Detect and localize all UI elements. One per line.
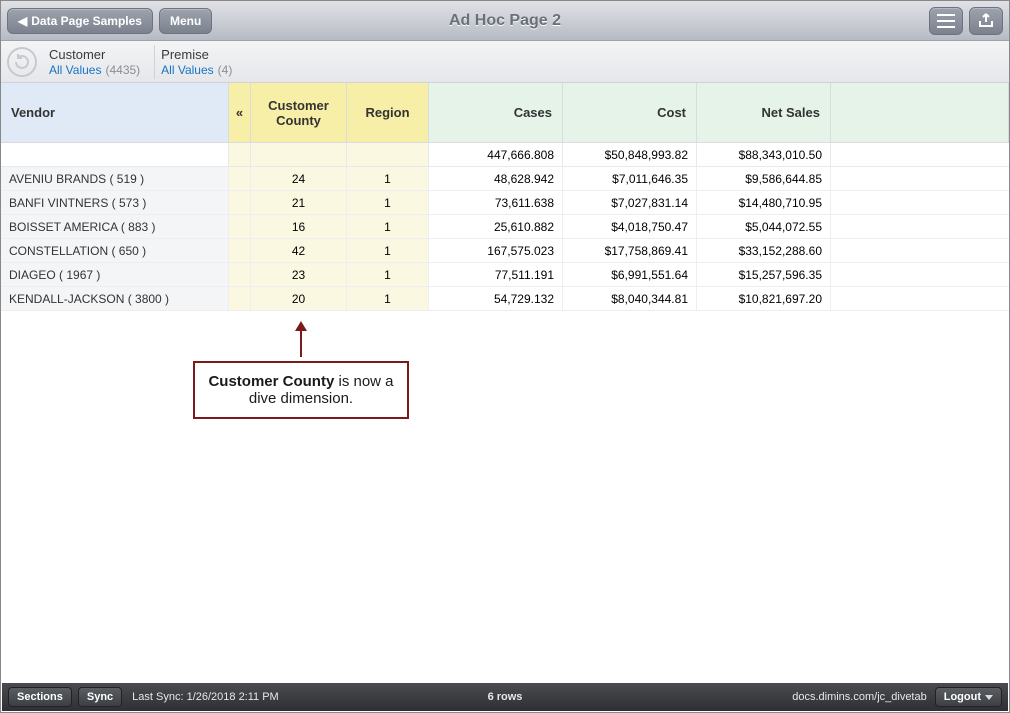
cell-net: $15,257,596.35 [697, 263, 831, 287]
cell-region: 1 [347, 263, 429, 287]
cell-cases: 73,611.638 [429, 191, 563, 215]
header-net-sales[interactable]: Net Sales [697, 83, 831, 143]
cell-region: 1 [347, 191, 429, 215]
cell-net: $9,586,644.85 [697, 167, 831, 191]
data-grid: Vendor AVENIU BRANDS ( 519 ) BANFI VINTN… [1, 83, 1009, 311]
column-collapse: « [229, 83, 251, 311]
cell-cases: 48,628.942 [429, 167, 563, 191]
top-toolbar: ◀Data Page Samples Menu Ad Hoc Page 2 [1, 1, 1009, 41]
table-row[interactable]: BOISSET AMERICA ( 883 ) [1, 215, 229, 239]
filter-premise-link: All Values [161, 63, 213, 77]
sync-button[interactable]: Sync [78, 687, 122, 707]
filter-customer[interactable]: Customer All Values (4435) [43, 45, 155, 79]
total-cost: $50,848,993.82 [563, 143, 697, 167]
cell-net: $5,044,072.55 [697, 215, 831, 239]
column-cost: Cost $50,848,993.82 $7,011,646.35 $7,027… [563, 83, 697, 311]
annotation-text: Customer County is now a dive dimension. [193, 361, 409, 419]
cell-region: 1 [347, 215, 429, 239]
breadcrumb-back-button[interactable]: ◀Data Page Samples [7, 8, 153, 34]
cell-region: 1 [347, 167, 429, 191]
annotation: Customer County is now a dive dimension. [193, 321, 409, 419]
totals-vendor [1, 143, 229, 167]
cell-cost: $4,018,750.47 [563, 215, 697, 239]
hamburger-icon[interactable] [929, 7, 963, 35]
cell-cases: 54,729.132 [429, 287, 563, 311]
cell-net: $33,152,288.60 [697, 239, 831, 263]
cell-region: 1 [347, 287, 429, 311]
cell-region: 1 [347, 239, 429, 263]
cell-cost: $8,040,344.81 [563, 287, 697, 311]
filter-premise-count: (4) [218, 63, 233, 77]
table-row[interactable]: KENDALL-JACKSON ( 3800 ) [1, 287, 229, 311]
cell-net: $14,480,710.95 [697, 191, 831, 215]
cell-cost: $7,011,646.35 [563, 167, 697, 191]
column-filler [831, 83, 1009, 311]
cell-net: $10,821,697.20 [697, 287, 831, 311]
host-text: docs.dimins.com/jc_divetab [792, 691, 927, 703]
arrow-up-icon [291, 321, 311, 357]
chevron-down-icon [985, 695, 993, 700]
column-cases: Cases 447,666.808 48,628.942 73,611.638 … [429, 83, 563, 311]
cell-cc: 16 [251, 215, 347, 239]
cell-cases: 77,511.191 [429, 263, 563, 287]
filter-customer-label: Customer [49, 47, 140, 62]
filter-customer-count: (4435) [105, 63, 140, 77]
cell-cost: $6,991,551.64 [563, 263, 697, 287]
table-row[interactable]: AVENIU BRANDS ( 519 ) [1, 167, 229, 191]
column-customer-county: Customer County 24 21 16 42 23 20 [251, 83, 347, 311]
table-row[interactable]: CONSTELLATION ( 650 ) [1, 239, 229, 263]
table-row[interactable]: DIAGEO ( 1967 ) [1, 263, 229, 287]
last-sync-text: Last Sync: 1/26/2018 2:11 PM [132, 691, 279, 703]
total-net-sales: $88,343,010.50 [697, 143, 831, 167]
header-cases[interactable]: Cases [429, 83, 563, 143]
cell-cases: 25,610.882 [429, 215, 563, 239]
refresh-icon[interactable] [7, 47, 37, 77]
logout-button[interactable]: Logout [935, 687, 1002, 707]
cell-cc: 24 [251, 167, 347, 191]
header-region[interactable]: Region [347, 83, 429, 143]
status-bar: Sections Sync Last Sync: 1/26/2018 2:11 … [2, 683, 1008, 711]
header-customer-county[interactable]: Customer County [251, 83, 347, 143]
cell-cc: 21 [251, 191, 347, 215]
header-vendor[interactable]: Vendor [1, 83, 229, 143]
cell-cc: 42 [251, 239, 347, 263]
filter-premise-label: Premise [161, 47, 232, 62]
table-row[interactable]: BANFI VINTNERS ( 573 ) [1, 191, 229, 215]
cell-cost: $7,027,831.14 [563, 191, 697, 215]
cell-cc: 23 [251, 263, 347, 287]
filter-customer-link: All Values [49, 63, 101, 77]
header-cost[interactable]: Cost [563, 83, 697, 143]
cell-cases: 167,575.023 [429, 239, 563, 263]
menu-button[interactable]: Menu [159, 8, 212, 34]
sections-button[interactable]: Sections [8, 687, 72, 707]
column-net-sales: Net Sales $88,343,010.50 $9,586,644.85 $… [697, 83, 831, 311]
column-region: Region 1 1 1 1 1 1 [347, 83, 429, 311]
share-icon[interactable] [969, 7, 1003, 35]
filter-premise[interactable]: Premise All Values (4) [155, 45, 246, 79]
cell-cc: 20 [251, 287, 347, 311]
total-cases: 447,666.808 [429, 143, 563, 167]
column-vendor: Vendor AVENIU BRANDS ( 519 ) BANFI VINTN… [1, 83, 229, 311]
collapse-toggle-icon[interactable]: « [229, 83, 251, 143]
cell-cost: $17,758,869.41 [563, 239, 697, 263]
filter-bar: Customer All Values (4435) Premise All V… [1, 41, 1009, 83]
